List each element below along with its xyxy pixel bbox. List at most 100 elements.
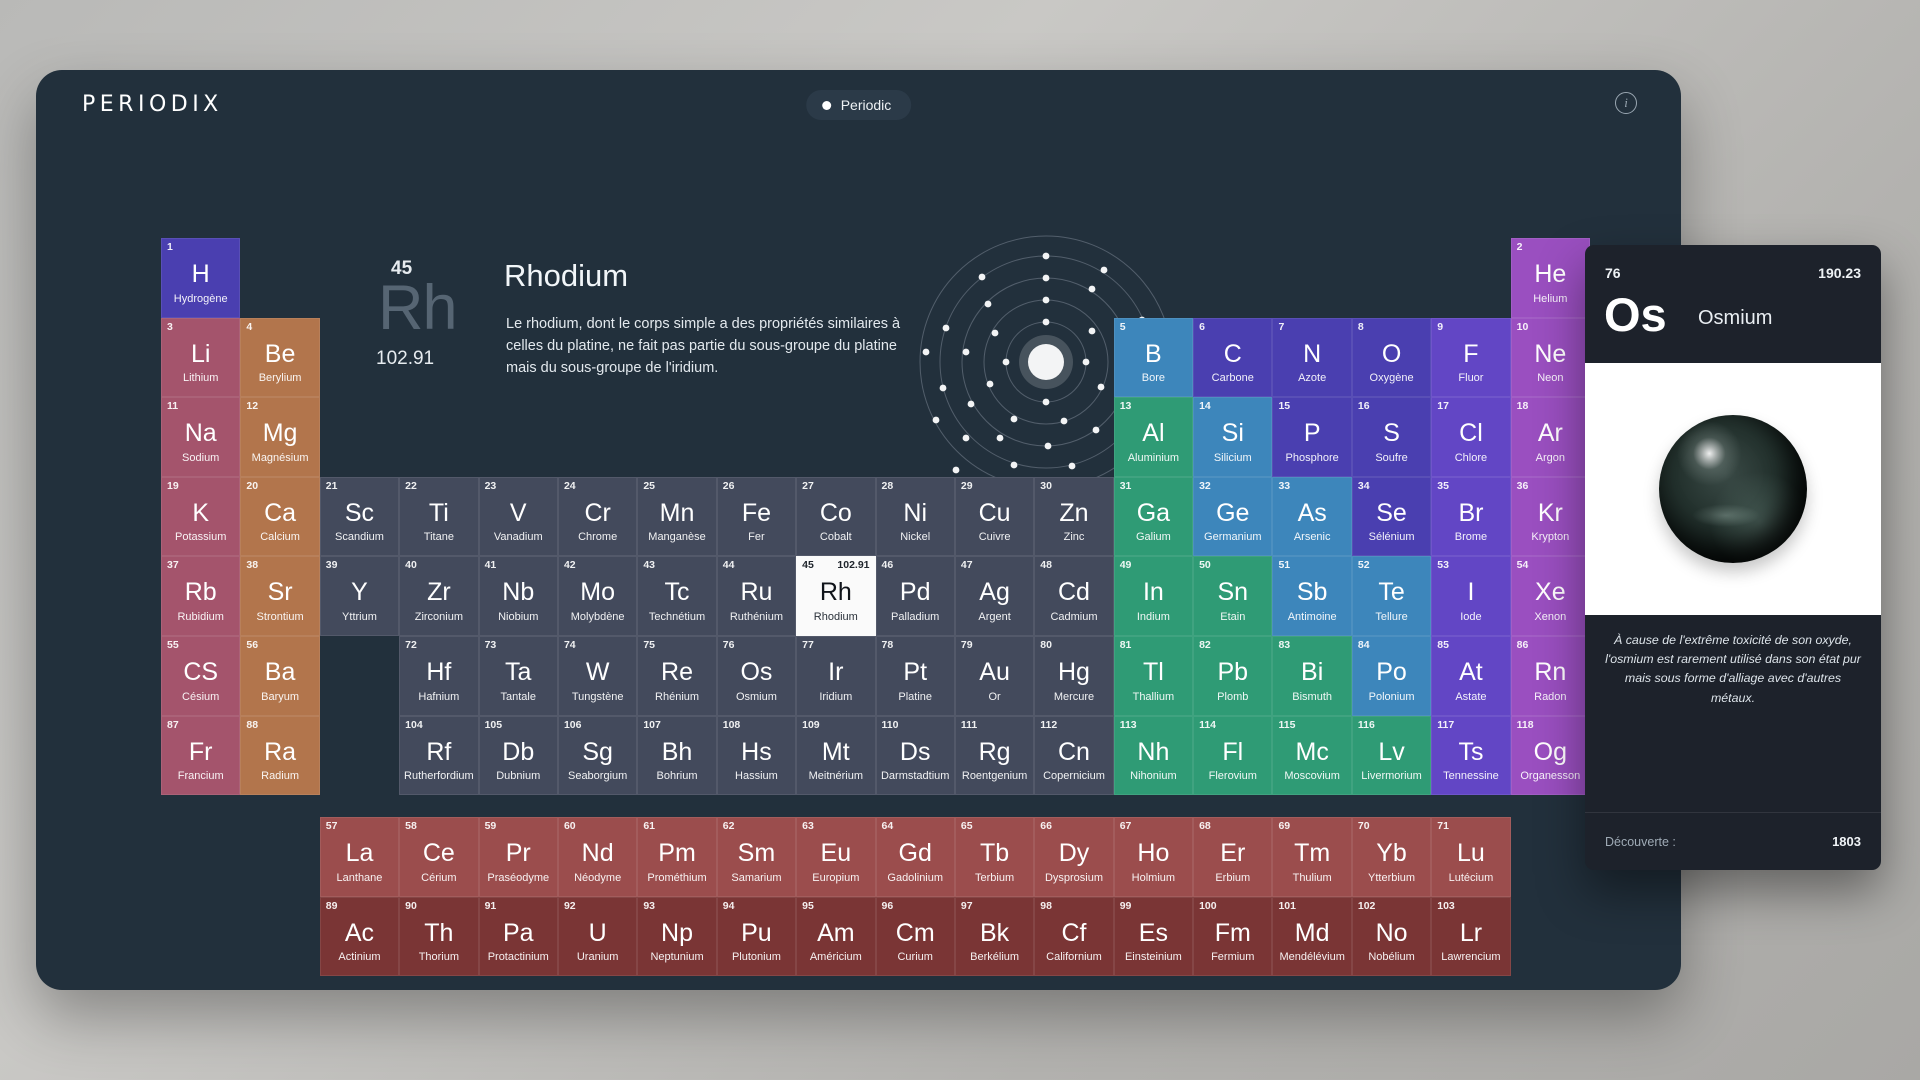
element-cell-in[interactable]: 49 In Indium bbox=[1113, 556, 1194, 636]
element-cell-dy[interactable]: 66 Dy Dysprosium bbox=[1034, 817, 1114, 897]
element-cell-nh[interactable]: 113 Nh Nihonium bbox=[1113, 715, 1194, 796]
element-cell-mc[interactable]: 115 Mc Moscovium bbox=[1272, 715, 1352, 796]
element-cell-as[interactable]: 33 As Arsenic bbox=[1272, 476, 1352, 557]
element-cell-pa[interactable]: 91 Pa Protactinium bbox=[478, 896, 558, 977]
element-cell-md[interactable]: 101 Md Mendélévium bbox=[1272, 896, 1352, 977]
element-cell-pm[interactable]: 61 Pm Prométhium bbox=[637, 817, 717, 897]
element-cell-ca[interactable]: 20 Ca Calcium bbox=[240, 476, 320, 557]
element-cell-db[interactable]: 105 Db Dubnium bbox=[478, 715, 558, 796]
element-cell-ar[interactable]: 18 Ar Argon bbox=[1510, 397, 1591, 477]
element-card-osmium[interactable]: 76 190.23 Os Osmium À cause de l'extrême… bbox=[1585, 245, 1881, 870]
element-cell-rf[interactable]: 104 Rf Rutherfordium bbox=[399, 715, 479, 796]
element-cell-nb[interactable]: 41 Nb Niobium bbox=[478, 556, 558, 636]
element-cell-w[interactable]: 74 W Tungstène bbox=[557, 635, 638, 716]
element-cell-no[interactable]: 102 No Nobélium bbox=[1351, 896, 1432, 977]
element-cell-mn[interactable]: 25 Mn Manganèse bbox=[637, 476, 717, 557]
element-cell-be[interactable]: 4 Be Berylium bbox=[240, 317, 320, 398]
element-cell-cn[interactable]: 112 Cn Copernicium bbox=[1034, 715, 1114, 796]
element-cell-hf[interactable]: 72 Hf Hafnium bbox=[399, 635, 479, 716]
element-cell-rg[interactable]: 111 Rg Roentgenium bbox=[954, 715, 1035, 796]
element-cell-ir[interactable]: 77 Ir Iridium bbox=[796, 635, 876, 716]
element-cell-al[interactable]: 13 Al Aluminium bbox=[1113, 397, 1194, 477]
element-cell-yb[interactable]: 70 Yb Ytterbium bbox=[1351, 817, 1432, 897]
element-cell-cl[interactable]: 17 Cl Chlore bbox=[1431, 397, 1511, 477]
element-cell-os[interactable]: 76 Os Osmium bbox=[716, 635, 797, 716]
element-cell-zr[interactable]: 40 Zr Zirconium bbox=[399, 556, 479, 636]
element-cell-mg[interactable]: 12 Mg Magnésium bbox=[240, 397, 320, 477]
element-cell-hs[interactable]: 108 Hs Hassium bbox=[716, 715, 797, 796]
element-cell-ho[interactable]: 67 Ho Holmium bbox=[1113, 817, 1194, 897]
element-cell-og[interactable]: 118 Og Organesson bbox=[1510, 715, 1591, 796]
element-cell-ag[interactable]: 47 Ag Argent bbox=[954, 556, 1035, 636]
element-cell-tc[interactable]: 43 Tc Technétium bbox=[637, 556, 717, 636]
element-cell-ge[interactable]: 32 Ge Germanium bbox=[1193, 476, 1273, 557]
element-cell-br[interactable]: 35 Br Brome bbox=[1431, 476, 1511, 557]
element-cell-sb[interactable]: 51 Sb Antimoine bbox=[1272, 556, 1352, 636]
element-cell-co[interactable]: 27 Co Cobalt bbox=[796, 476, 876, 557]
element-cell-mo[interactable]: 42 Mo Molybdène bbox=[557, 556, 638, 636]
element-cell-mt[interactable]: 109 Mt Meitnérium bbox=[796, 715, 876, 796]
element-cell-eu[interactable]: 63 Eu Europium bbox=[796, 817, 876, 897]
mode-toggle-periodic[interactable]: Periodic bbox=[805, 90, 912, 120]
element-cell-lv[interactable]: 116 Lv Livermorium bbox=[1351, 715, 1432, 796]
element-cell-ac[interactable]: 89 Ac Actinium bbox=[319, 896, 400, 977]
element-cell-n[interactable]: 7 N Azote bbox=[1272, 317, 1352, 398]
element-cell-ne[interactable]: 10 Ne Neon bbox=[1510, 317, 1591, 398]
element-cell-h[interactable]: 1 H Hydrogène bbox=[161, 238, 241, 318]
element-cell-bi[interactable]: 83 Bi Bismuth bbox=[1272, 635, 1352, 716]
element-cell-cs[interactable]: 55 CS Césium bbox=[161, 635, 241, 716]
element-cell-ti[interactable]: 22 Ti Titane bbox=[399, 476, 479, 557]
info-circle-icon[interactable]: i bbox=[1615, 92, 1637, 114]
element-cell-u[interactable]: 92 U Uranium bbox=[557, 896, 638, 977]
element-cell-s[interactable]: 16 S Soufre bbox=[1351, 397, 1432, 477]
element-cell-sc[interactable]: 21 Sc Scandium bbox=[319, 476, 400, 557]
element-cell-cu[interactable]: 29 Cu Cuivre bbox=[954, 476, 1035, 557]
element-cell-li[interactable]: 3 Li Lithium bbox=[161, 317, 241, 398]
element-cell-fl[interactable]: 114 Fl Flerovium bbox=[1193, 715, 1273, 796]
element-cell-p[interactable]: 15 P Phosphore bbox=[1272, 397, 1352, 477]
element-cell-am[interactable]: 95 Am Américium bbox=[796, 896, 876, 977]
element-cell-se[interactable]: 34 Se Sélénium bbox=[1351, 476, 1432, 557]
element-cell-b[interactable]: 5 B Bore bbox=[1113, 317, 1194, 398]
element-cell-v[interactable]: 23 V Vanadium bbox=[478, 476, 558, 557]
element-cell-po[interactable]: 84 Po Polonium bbox=[1351, 635, 1432, 716]
element-cell-bh[interactable]: 107 Bh Bohrium bbox=[637, 715, 717, 796]
element-cell-fe[interactable]: 26 Fe Fer bbox=[716, 476, 797, 557]
element-cell-ds[interactable]: 110 Ds Darmstadtium bbox=[875, 715, 955, 796]
element-cell-ta[interactable]: 73 Ta Tantale bbox=[478, 635, 558, 716]
element-cell-np[interactable]: 93 Np Neptunium bbox=[637, 896, 717, 977]
element-cell-ts[interactable]: 117 Ts Tennessine bbox=[1431, 715, 1511, 796]
element-cell-sn[interactable]: 50 Sn Etain bbox=[1193, 556, 1273, 636]
element-cell-o[interactable]: 8 O Oxygène bbox=[1351, 317, 1432, 398]
element-cell-he[interactable]: 2 He Helium bbox=[1510, 238, 1591, 318]
element-cell-zn[interactable]: 30 Zn Zinc bbox=[1034, 476, 1114, 557]
element-cell-tl[interactable]: 81 Tl Thallium bbox=[1113, 635, 1194, 716]
element-cell-sm[interactable]: 62 Sm Samarium bbox=[716, 817, 797, 897]
element-cell-lu[interactable]: 71 Lu Lutécium bbox=[1431, 817, 1511, 897]
element-cell-er[interactable]: 68 Er Erbium bbox=[1193, 817, 1273, 897]
element-cell-xe[interactable]: 54 Xe Xenon bbox=[1510, 556, 1591, 636]
element-cell-pb[interactable]: 82 Pb Plomb bbox=[1193, 635, 1273, 716]
element-cell-rn[interactable]: 86 Rn Radon bbox=[1510, 635, 1591, 716]
element-cell-ba[interactable]: 56 Ba Baryum bbox=[240, 635, 320, 716]
element-cell-na[interactable]: 11 Na Sodium bbox=[161, 397, 241, 477]
element-cell-te[interactable]: 52 Te Tellure bbox=[1351, 556, 1432, 636]
element-cell-si[interactable]: 14 Si Silicium bbox=[1193, 397, 1273, 477]
element-cell-pu[interactable]: 94 Pu Plutonium bbox=[716, 896, 797, 977]
element-cell-lr[interactable]: 103 Lr Lawrencium bbox=[1431, 896, 1511, 977]
element-cell-rb[interactable]: 37 Rb Rubidium bbox=[161, 556, 241, 636]
element-cell-pt[interactable]: 78 Pt Platine bbox=[875, 635, 955, 716]
element-cell-gd[interactable]: 64 Gd Gadolinium bbox=[875, 817, 955, 897]
element-cell-nd[interactable]: 60 Nd Néodyme bbox=[557, 817, 638, 897]
element-cell-pd[interactable]: 46 Pd Palladium bbox=[875, 556, 955, 636]
element-cell-ce[interactable]: 58 Ce Cérium bbox=[399, 817, 479, 897]
element-cell-cm[interactable]: 96 Cm Curium bbox=[875, 896, 955, 977]
element-cell-pr[interactable]: 59 Pr Praséodyme bbox=[478, 817, 558, 897]
element-cell-sr[interactable]: 38 Sr Strontium bbox=[240, 556, 320, 636]
element-cell-th[interactable]: 90 Th Thorium bbox=[399, 896, 479, 977]
element-cell-au[interactable]: 79 Au Or bbox=[954, 635, 1035, 716]
element-cell-fm[interactable]: 100 Fm Fermium bbox=[1193, 896, 1273, 977]
element-cell-tm[interactable]: 69 Tm Thulium bbox=[1272, 817, 1352, 897]
element-cell-c[interactable]: 6 C Carbone bbox=[1193, 317, 1273, 398]
element-cell-ni[interactable]: 28 Ni Nickel bbox=[875, 476, 955, 557]
